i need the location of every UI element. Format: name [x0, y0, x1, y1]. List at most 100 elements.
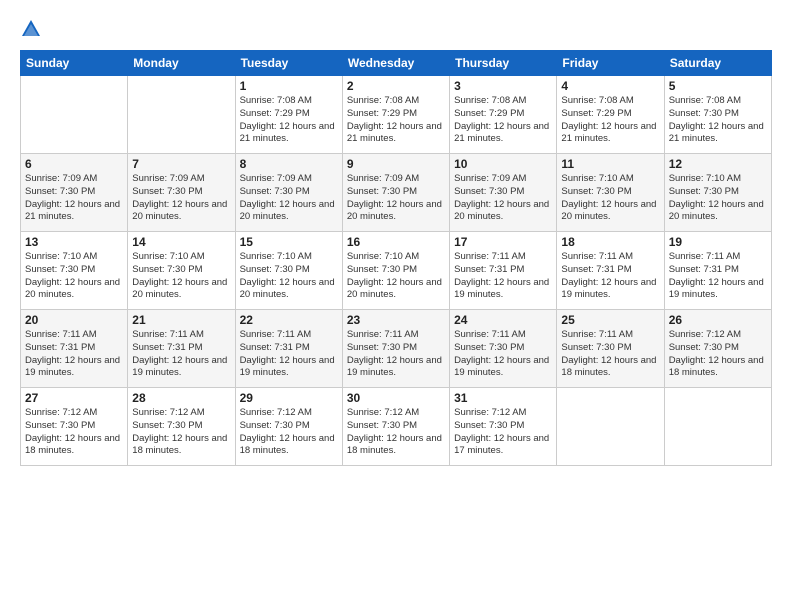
day-number: 11 [561, 157, 659, 171]
calendar-cell: 11 Sunrise: 7:10 AM Sunset: 7:30 PM Dayli… [557, 154, 664, 232]
day-info: Sunrise: 7:08 AM Sunset: 7:29 PM Dayligh… [240, 95, 338, 146]
day-info: Sunrise: 7:09 AM Sunset: 7:30 PM Dayligh… [25, 173, 123, 224]
weekday-header-friday: Friday [557, 51, 664, 76]
calendar-cell: 3 Sunrise: 7:08 AM Sunset: 7:29 PM Daylig… [450, 76, 557, 154]
day-info: Sunrise: 7:10 AM Sunset: 7:30 PM Dayligh… [132, 251, 230, 302]
calendar-cell: 25Sunrise: 7:11 AM Sunset: 7:30 PM Dayli… [557, 310, 664, 388]
week-row-3: 13 Sunrise: 7:10 AM Sunset: 7:30 PM Dayli… [21, 232, 772, 310]
calendar-cell: 10Sunrise: 7:09 AM Sunset: 7:30 PM Dayli… [450, 154, 557, 232]
day-number: 12 [669, 157, 767, 171]
day-number: 1 [240, 79, 338, 93]
weekday-header-saturday: Saturday [664, 51, 771, 76]
calendar-cell: 18 Sunrise: 7:11 AM Sunset: 7:31 PM Dayli… [557, 232, 664, 310]
weekday-header-wednesday: Wednesday [342, 51, 449, 76]
calendar-cell: 12Sunrise: 7:10 AM Sunset: 7:30 PM Dayli… [664, 154, 771, 232]
day-info: Sunrise: 7:10 AM Sunset: 7:30 PM Dayligh… [240, 251, 338, 302]
day-info: Sunrise: 7:10 AM Sunset: 7:30 PM Dayligh… [347, 251, 445, 302]
day-number: 3 [454, 79, 552, 93]
day-info: Sunrise: 7:10 AM Sunset: 7:30 PM Dayligh… [25, 251, 123, 302]
day-number: 29 [240, 391, 338, 405]
calendar-cell: 16 Sunrise: 7:10 AM Sunset: 7:30 PM Dayli… [342, 232, 449, 310]
weekday-header-sunday: Sunday [21, 51, 128, 76]
day-info: Sunrise: 7:12 AM Sunset: 7:30 PM Dayligh… [454, 407, 552, 458]
day-info: Sunrise: 7:08 AM Sunset: 7:29 PM Dayligh… [454, 95, 552, 146]
day-info: Sunrise: 7:12 AM Sunset: 7:30 PM Dayligh… [347, 407, 445, 458]
calendar-cell: 26Sunrise: 7:12 AM Sunset: 7:30 PM Dayli… [664, 310, 771, 388]
day-number: 14 [132, 235, 230, 249]
day-number: 23 [347, 313, 445, 327]
day-number: 19 [669, 235, 767, 249]
calendar-cell: 27 Sunrise: 7:12 AM Sunset: 7:30 PM Dayli… [21, 388, 128, 466]
day-number: 25 [561, 313, 659, 327]
day-number: 15 [240, 235, 338, 249]
day-info: Sunrise: 7:09 AM Sunset: 7:30 PM Dayligh… [347, 173, 445, 224]
week-row-5: 27 Sunrise: 7:12 AM Sunset: 7:30 PM Dayli… [21, 388, 772, 466]
header [20, 18, 772, 40]
calendar-cell: 14 Sunrise: 7:10 AM Sunset: 7:30 PM Dayli… [128, 232, 235, 310]
day-info: Sunrise: 7:11 AM Sunset: 7:31 PM Dayligh… [561, 251, 659, 302]
calendar-cell: 4 Sunrise: 7:08 AM Sunset: 7:29 PM Daylig… [557, 76, 664, 154]
day-info: Sunrise: 7:11 AM Sunset: 7:31 PM Dayligh… [25, 329, 123, 380]
day-number: 13 [25, 235, 123, 249]
day-number: 17 [454, 235, 552, 249]
calendar-cell: 31 Sunrise: 7:12 AM Sunset: 7:30 PM Dayli… [450, 388, 557, 466]
calendar-cell: 9 Sunrise: 7:09 AM Sunset: 7:30 PM Daylig… [342, 154, 449, 232]
week-row-4: 20 Sunrise: 7:11 AM Sunset: 7:31 PM Dayli… [21, 310, 772, 388]
calendar-cell: 24 Sunrise: 7:11 AM Sunset: 7:30 PM Dayli… [450, 310, 557, 388]
day-info: Sunrise: 7:12 AM Sunset: 7:30 PM Dayligh… [240, 407, 338, 458]
day-info: Sunrise: 7:12 AM Sunset: 7:30 PM Dayligh… [25, 407, 123, 458]
day-info: Sunrise: 7:11 AM Sunset: 7:31 PM Dayligh… [669, 251, 767, 302]
calendar-cell [557, 388, 664, 466]
week-row-1: 1 Sunrise: 7:08 AM Sunset: 7:29 PM Daylig… [21, 76, 772, 154]
day-number: 28 [132, 391, 230, 405]
calendar-cell: 21 Sunrise: 7:11 AM Sunset: 7:31 PM Dayli… [128, 310, 235, 388]
day-info: Sunrise: 7:09 AM Sunset: 7:30 PM Dayligh… [132, 173, 230, 224]
day-number: 22 [240, 313, 338, 327]
calendar-cell: 6 Sunrise: 7:09 AM Sunset: 7:30 PM Daylig… [21, 154, 128, 232]
calendar-cell: 13 Sunrise: 7:10 AM Sunset: 7:30 PM Dayli… [21, 232, 128, 310]
day-info: Sunrise: 7:12 AM Sunset: 7:30 PM Dayligh… [132, 407, 230, 458]
weekday-header-monday: Monday [128, 51, 235, 76]
calendar-cell [128, 76, 235, 154]
calendar-cell [664, 388, 771, 466]
calendar-cell: 7 Sunrise: 7:09 AM Sunset: 7:30 PM Daylig… [128, 154, 235, 232]
calendar-cell: 23 Sunrise: 7:11 AM Sunset: 7:30 PM Dayli… [342, 310, 449, 388]
day-info: Sunrise: 7:11 AM Sunset: 7:31 PM Dayligh… [454, 251, 552, 302]
calendar-cell: 28 Sunrise: 7:12 AM Sunset: 7:30 PM Dayli… [128, 388, 235, 466]
day-number: 8 [240, 157, 338, 171]
calendar-cell: 20 Sunrise: 7:11 AM Sunset: 7:31 PM Dayli… [21, 310, 128, 388]
calendar-cell: 15 Sunrise: 7:10 AM Sunset: 7:30 PM Dayli… [235, 232, 342, 310]
calendar-cell: 8Sunrise: 7:09 AM Sunset: 7:30 PM Daylig… [235, 154, 342, 232]
day-info: Sunrise: 7:11 AM Sunset: 7:31 PM Dayligh… [132, 329, 230, 380]
day-number: 9 [347, 157, 445, 171]
week-row-2: 6 Sunrise: 7:09 AM Sunset: 7:30 PM Daylig… [21, 154, 772, 232]
day-number: 21 [132, 313, 230, 327]
day-number: 26 [669, 313, 767, 327]
calendar-cell: 22 Sunrise: 7:11 AM Sunset: 7:31 PM Dayli… [235, 310, 342, 388]
day-info: Sunrise: 7:08 AM Sunset: 7:29 PM Dayligh… [347, 95, 445, 146]
page: SundayMondayTuesdayWednesdayThursdayFrid… [0, 0, 792, 612]
calendar-cell: 2 Sunrise: 7:08 AM Sunset: 7:29 PM Daylig… [342, 76, 449, 154]
day-number: 31 [454, 391, 552, 405]
day-info: Sunrise: 7:11 AM Sunset: 7:31 PM Dayligh… [240, 329, 338, 380]
day-number: 7 [132, 157, 230, 171]
day-number: 2 [347, 79, 445, 93]
day-number: 30 [347, 391, 445, 405]
day-info: Sunrise: 7:10 AM Sunset: 7:30 PM Dayligh… [561, 173, 659, 224]
day-number: 6 [25, 157, 123, 171]
calendar-cell [21, 76, 128, 154]
day-number: 5 [669, 79, 767, 93]
day-number: 16 [347, 235, 445, 249]
calendar-cell: 30 Sunrise: 7:12 AM Sunset: 7:30 PM Dayli… [342, 388, 449, 466]
day-number: 24 [454, 313, 552, 327]
day-info: Sunrise: 7:11 AM Sunset: 7:30 PM Dayligh… [454, 329, 552, 380]
calendar-cell: 1 Sunrise: 7:08 AM Sunset: 7:29 PM Daylig… [235, 76, 342, 154]
calendar-cell: 19 Sunrise: 7:11 AM Sunset: 7:31 PM Dayli… [664, 232, 771, 310]
day-number: 4 [561, 79, 659, 93]
weekday-header-row: SundayMondayTuesdayWednesdayThursdayFrid… [21, 51, 772, 76]
day-number: 27 [25, 391, 123, 405]
day-number: 20 [25, 313, 123, 327]
day-info: Sunrise: 7:08 AM Sunset: 7:29 PM Dayligh… [561, 95, 659, 146]
day-number: 18 [561, 235, 659, 249]
day-info: Sunrise: 7:11 AM Sunset: 7:30 PM Dayligh… [347, 329, 445, 380]
